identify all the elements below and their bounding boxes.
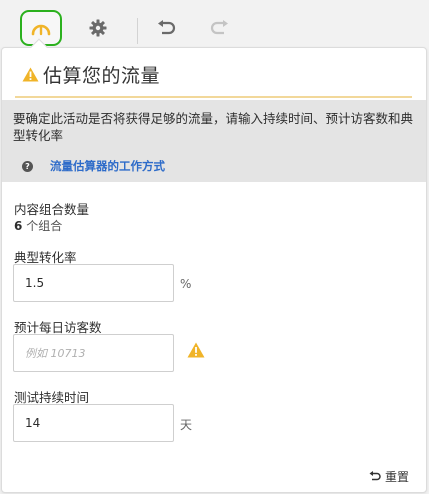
combinations-value: 6 个组合 — [14, 217, 62, 234]
combinations-count: 6 — [14, 219, 23, 233]
panel-header: 估算您的流量 — [22, 60, 160, 88]
reset-button[interactable]: 重置 — [369, 468, 409, 485]
toolbar-separator — [137, 18, 138, 44]
reset-label: 重置 — [385, 470, 410, 484]
help-link[interactable]: 流量估算器的工作方式 — [50, 158, 165, 174]
undo-icon — [158, 20, 176, 35]
duration-unit: 天 — [180, 418, 193, 432]
help-row[interactable]: ? 流量估算器的工作方式 — [22, 158, 165, 174]
conversion-rate-input[interactable] — [13, 264, 174, 302]
panel-title: 估算您的流量 — [43, 64, 161, 87]
duration-input[interactable] — [13, 404, 174, 442]
daily-visitors-input[interactable] — [13, 334, 174, 372]
reset-icon — [369, 471, 381, 481]
title-underline — [15, 96, 412, 98]
warning-icon — [22, 67, 39, 81]
description-text: 要确定此活动是否将获得足够的流量，请输入持续时间、预计访客数和典型转化率 — [13, 111, 414, 143]
help-icon: ? — [22, 160, 33, 172]
toolbar — [0, 0, 429, 50]
conversion-rate-unit: % — [180, 277, 192, 291]
gear-icon — [89, 19, 107, 37]
undo-button[interactable] — [145, 10, 187, 46]
combinations-suffix: 个组合 — [26, 219, 63, 233]
redo-icon — [210, 20, 228, 35]
redo-button[interactable] — [199, 10, 241, 46]
gauge-icon — [31, 24, 51, 36]
combinations-label: 内容组合数量 — [14, 202, 90, 217]
settings-button[interactable] — [77, 10, 119, 46]
warning-icon — [187, 342, 205, 358]
